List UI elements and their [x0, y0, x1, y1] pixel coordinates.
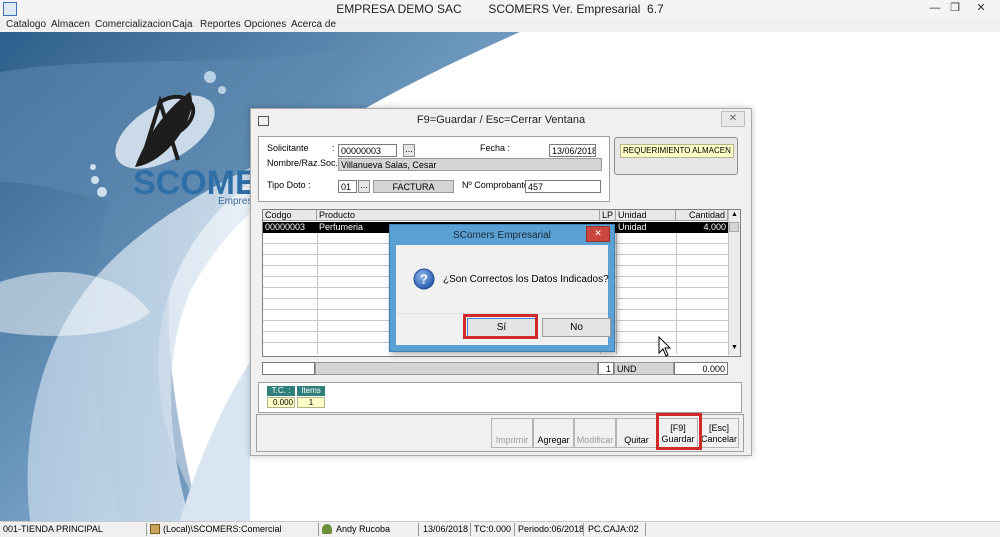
menu-reportes[interactable]: Reportes	[200, 18, 241, 31]
window-title: EMPRESA DEMO SAC SCOMERS Ver. Empresaria…	[336, 2, 664, 16]
status-date: 13/06/2018	[423, 524, 469, 534]
menu-opciones[interactable]: Opciones	[244, 18, 286, 31]
comprobante-label: Nº Comprobante :	[462, 180, 534, 190]
no-button[interactable]: No	[542, 318, 611, 337]
tipo-doc-lookup-button[interactable]: ...	[358, 180, 370, 193]
confirm-message: ¿Son Correctos los Datos Indicados?	[443, 274, 609, 285]
footer-lp-field[interactable]: 1	[598, 362, 614, 375]
solicitante-field[interactable]: 00000003	[338, 144, 397, 157]
col-header-lp[interactable]: LP	[600, 210, 616, 221]
col-header-codigo[interactable]: Codgo	[263, 210, 317, 221]
imprimir-button[interactable]: Imprimir	[491, 418, 533, 448]
status-tc: TC:0.000	[474, 524, 512, 534]
quitar-button[interactable]: Quitar	[616, 418, 657, 448]
menu-catalogo[interactable]: Catalogo	[6, 18, 46, 31]
status-user: Andy Rucoba	[336, 524, 391, 534]
cancelar-key-label: [Esc]	[708, 423, 729, 433]
tipo-doc-code-field[interactable]: 01	[338, 180, 357, 193]
items-header: Items	[297, 386, 325, 396]
colon-label: :	[332, 143, 335, 153]
menu-almacen[interactable]: Almacen	[51, 18, 90, 31]
tipo-doc-label: Tipo Doto :	[267, 180, 311, 190]
footer-unidad-field: UND	[614, 362, 674, 375]
yes-highlight	[463, 314, 538, 339]
tc-header: T.C. :	[267, 386, 295, 396]
server-icon	[150, 524, 160, 534]
confirm-dialog-caption: SComers Empresarial ✕	[390, 225, 614, 245]
col-header-producto[interactable]: Producto	[317, 210, 600, 221]
user-icon	[322, 524, 332, 534]
confirm-close-button[interactable]: ✕	[586, 226, 610, 242]
close-button[interactable]: ✕	[968, 0, 994, 18]
guardar-highlight	[656, 413, 702, 450]
brand-subtext: Empres	[218, 196, 252, 207]
agregar-button[interactable]: Agregar	[533, 418, 574, 448]
grid-scrollbar[interactable]: ▲ ▼	[728, 210, 740, 355]
confirm-dialog-title: SComers Empresarial	[453, 230, 551, 241]
tipo-doc-name-field: FACTURA	[373, 180, 454, 193]
summary-panel	[258, 382, 742, 413]
row-1-codigo[interactable]: 00000003	[263, 222, 317, 233]
cancelar-label: Cancelar	[700, 434, 738, 444]
form-caption: F9=Guardar / Esc=Cerrar Ventana ✕	[251, 109, 751, 131]
solicitante-label: Solicitante	[267, 143, 309, 153]
menu-acerca-de[interactable]: Acerca de	[291, 18, 336, 31]
fecha-label: Fecha :	[480, 143, 511, 153]
status-pc: PC.CAJA:02	[588, 524, 639, 534]
doc-type-badge: REQUERIMIENTO ALMACEN	[620, 144, 734, 158]
menu-caja[interactable]: Caja	[172, 18, 193, 31]
form-close-button[interactable]: ✕	[721, 111, 745, 127]
title-bar: EMPRESA DEMO SAC SCOMERS Ver. Empresaria…	[0, 0, 1000, 19]
solicitante-lookup-button[interactable]: ...	[403, 144, 415, 157]
col-header-unidad[interactable]: Unidad	[616, 210, 676, 221]
status-server: (Local)\SCOMERS:Comercial	[163, 524, 282, 534]
menu-bar: Catalogo Almacen Comercializacion Caja R…	[0, 18, 1000, 32]
mouse-cursor-icon	[658, 336, 672, 357]
col-header-cantidad[interactable]: Cantidad	[676, 210, 728, 221]
footer-codigo-field[interactable]	[262, 362, 315, 375]
scroll-down-icon[interactable]: ▼	[731, 344, 738, 351]
status-periodo: Periodo:06/2018	[518, 524, 585, 534]
modificar-button[interactable]: Modificar	[574, 418, 616, 448]
form-title: F9=Guardar / Esc=Cerrar Ventana	[416, 114, 586, 126]
doc-type-box: REQUERIMIENTO ALMACEN	[614, 137, 738, 175]
comprobante-field[interactable]: 457	[525, 180, 601, 193]
nombre-label: Nombre/Raz.Soc. :	[267, 158, 344, 168]
menu-comercializacion[interactable]: Comercializacion	[95, 18, 171, 31]
footer-cantidad-field[interactable]: 0.000	[674, 362, 728, 375]
footer-producto-field	[315, 362, 598, 375]
nombre-field: Villanueva Salas, Cesar	[338, 158, 602, 171]
svg-text:?: ?	[420, 272, 428, 287]
question-icon: ?	[413, 268, 435, 290]
items-value: 1	[297, 397, 325, 408]
row-1-cantidad[interactable]: 4.000	[676, 222, 728, 233]
scroll-thumb[interactable]	[729, 222, 739, 232]
status-tienda: 001-TIENDA PRINCIPAL	[3, 524, 103, 534]
fecha-field[interactable]: 13/06/2018	[549, 144, 596, 157]
status-bar: 001-TIENDA PRINCIPAL (Local)\SCOMERS:Com…	[0, 521, 1000, 537]
row-1-unidad[interactable]: Unidad	[616, 222, 676, 233]
tc-value: 0.000	[267, 397, 295, 408]
maximize-button[interactable]: ❐	[942, 0, 968, 18]
cancelar-button[interactable]: [Esc] Cancelar	[699, 418, 739, 448]
scroll-up-icon[interactable]: ▲	[731, 211, 738, 218]
